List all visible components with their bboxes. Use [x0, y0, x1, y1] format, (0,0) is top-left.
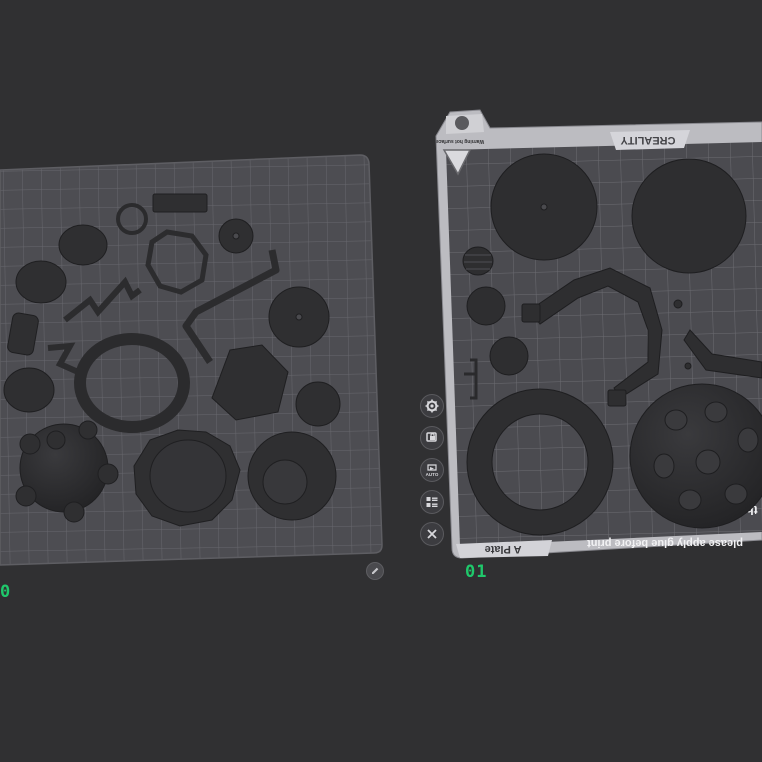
plate-edit-button[interactable]: [366, 562, 384, 580]
settings-button[interactable]: [420, 394, 444, 418]
layout-icon: [426, 497, 438, 507]
close-icon: [427, 529, 437, 539]
glue-warning-label: please apply glue before print: [587, 537, 743, 549]
plate-index-label-01: 01: [465, 562, 488, 582]
auto-arrange-button[interactable]: AUTO: [420, 458, 444, 482]
lock-button[interactable]: [420, 426, 444, 450]
lock-icon: [426, 432, 437, 442]
plate-0[interactable]: [0, 154, 383, 566]
3d-viewport[interactable]: CREALITY Warning hot surface A Plate ple…: [0, 0, 762, 762]
pencil-icon: [372, 567, 379, 574]
layout-button[interactable]: [420, 490, 444, 514]
brand-label: CREALITY: [620, 134, 676, 146]
plate-index-label-0: 0: [0, 582, 12, 602]
auto-icon: AUTO: [426, 464, 439, 477]
close-button[interactable]: [420, 522, 444, 546]
svg-text:Warning hot surface: Warning hot surface: [436, 138, 484, 144]
plate-toolbar: AUTO: [420, 394, 448, 554]
plate-name-label: A Plate: [485, 543, 522, 555]
plate-01[interactable]: CREALITY Warning hot surface A Plate ple…: [435, 109, 762, 559]
svg-text:AUTO: AUTO: [426, 472, 439, 477]
gear-icon: [425, 399, 439, 413]
